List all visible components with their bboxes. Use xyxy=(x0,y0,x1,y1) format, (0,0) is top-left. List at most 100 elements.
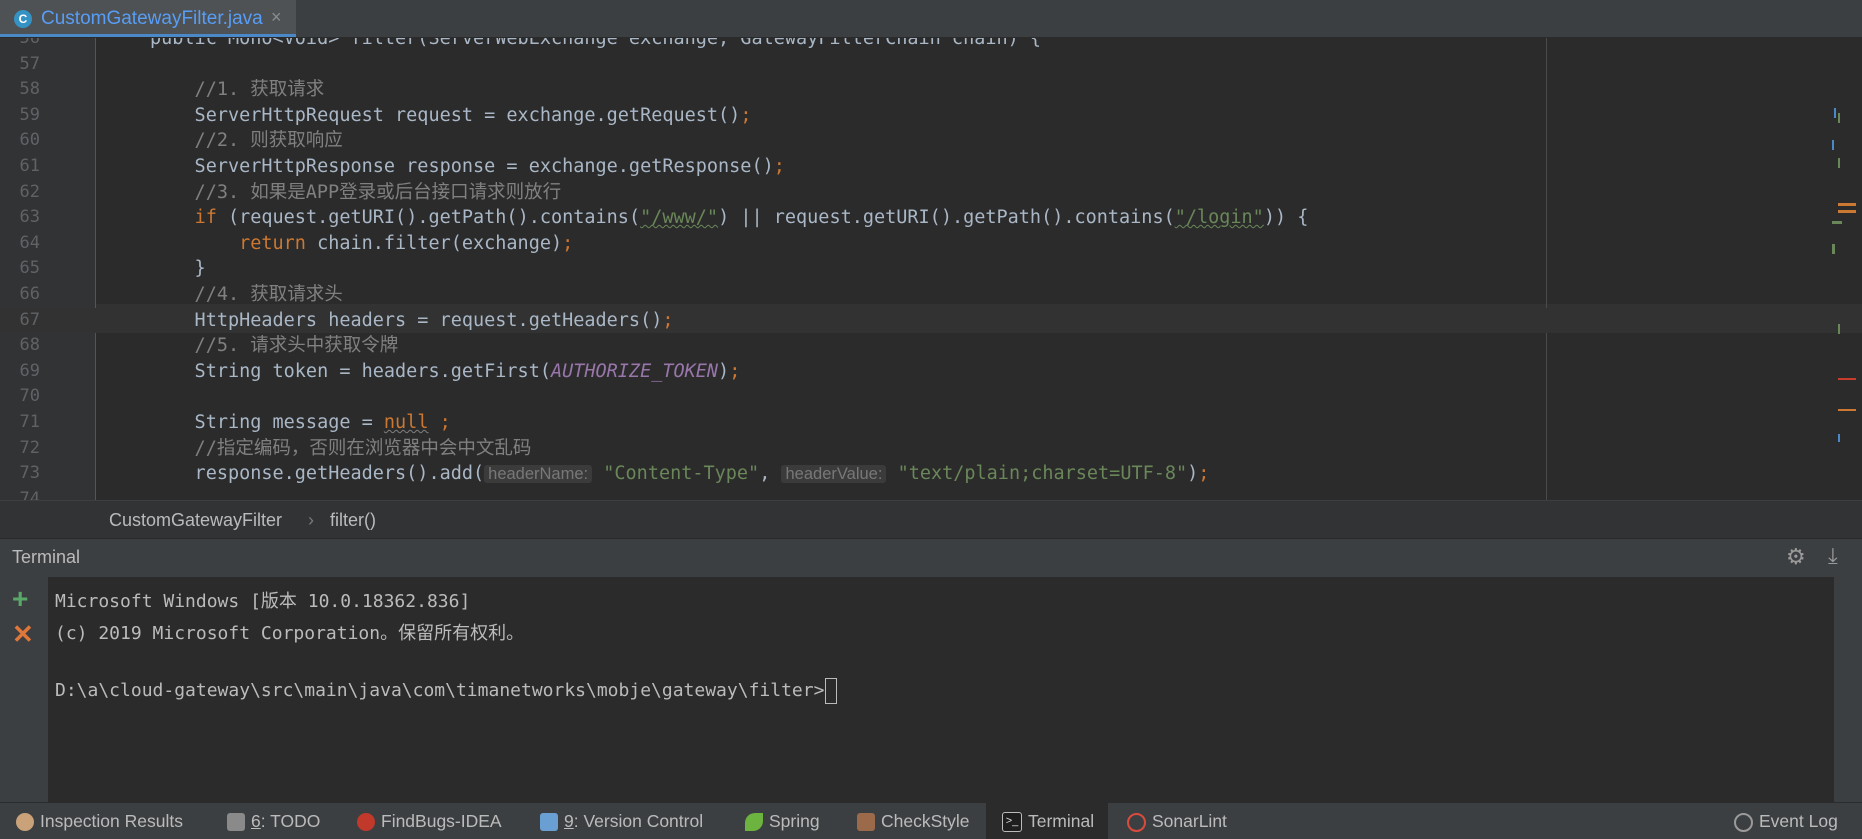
code-token: } xyxy=(150,258,206,280)
code-token: String message = xyxy=(150,411,384,433)
code-token: //1. 获取请求 xyxy=(150,79,325,101)
terminal-icon: >_ xyxy=(1002,812,1022,833)
terminal-cursor xyxy=(825,678,838,704)
stripe-mark[interactable] xyxy=(1832,244,1835,254)
code-line: 69 String token = headers.getFirst(AUTHO… xyxy=(0,359,1862,385)
code-text: ServerHttpResponse response = exchange.g… xyxy=(150,154,785,180)
hide-panel-icon[interactable]: ⤓ xyxy=(1828,543,1838,569)
code-text: String token = headers.getFirst(AUTHORIZ… xyxy=(150,359,741,385)
stripe-mark[interactable] xyxy=(1838,210,1856,213)
code-lines: 56 public Mono<Void> filter(ServerWebExch… xyxy=(0,38,1862,500)
code-token: (request.getURI().getPath().contains( xyxy=(216,207,641,229)
tool-sonarlint[interactable]: SonarLint xyxy=(1127,803,1227,839)
terminal-prompt: D:\a\cloud-gateway\src\main\java\com\tim… xyxy=(55,680,825,701)
line-number: 69 xyxy=(19,360,40,381)
code-token: ) || request.getURI().getPath().contains… xyxy=(718,207,1175,229)
branch-icon xyxy=(540,813,558,832)
tool-spring[interactable]: Spring xyxy=(745,803,820,839)
close-tab-icon[interactable]: × xyxy=(271,7,282,28)
stripe-mark[interactable] xyxy=(1838,409,1856,411)
stripe-mark[interactable] xyxy=(1838,113,1840,123)
code-text: public Mono<Void> filter(ServerWebExchan… xyxy=(150,38,1041,52)
code-text: //4. 获取请求头 xyxy=(150,282,343,308)
tool-inspection-results[interactable]: Inspection Results xyxy=(16,803,183,839)
code-token: ; xyxy=(773,155,785,177)
tool-event-log[interactable]: Event Log xyxy=(1734,803,1838,839)
tab-title: CustomGatewayFilter.java xyxy=(41,8,263,29)
line-number: 61 xyxy=(19,155,40,176)
terminal-output[interactable]: Microsoft Windows [版本 10.0.18362.836] (c… xyxy=(49,577,1834,802)
terminal-line: Microsoft Windows [版本 10.0.18362.836] xyxy=(55,591,471,612)
code-line: 67 HttpHeaders headers = request.getHead… xyxy=(0,307,1862,334)
code-token: "Content-Type" xyxy=(603,463,760,485)
code-line: 64 return chain.filter(exchange); xyxy=(0,231,1862,257)
error-stripe[interactable]: ! xyxy=(1820,38,1862,500)
close-session-icon[interactable]: ✕ xyxy=(12,619,34,650)
code-text: //2. 则获取响应 xyxy=(150,128,343,154)
line-number: 65 xyxy=(19,258,40,279)
code-text: //5. 请求头中获取令牌 xyxy=(150,333,399,359)
terminal-scrollbar[interactable] xyxy=(1834,577,1862,802)
line-number: 70 xyxy=(19,386,40,407)
code-text: HttpHeaders headers = request.getHeaders… xyxy=(150,308,674,334)
stripe-mark[interactable] xyxy=(1838,378,1856,380)
code-token: //2. 则获取响应 xyxy=(150,130,343,152)
code-text: ServerHttpRequest request = exchange.get… xyxy=(150,103,752,129)
code-token: //4. 获取请求头 xyxy=(150,283,343,305)
line-number: 67 xyxy=(19,309,40,330)
code-line: 74 xyxy=(0,487,1862,500)
code-token: chain.filter(exchange) xyxy=(305,232,563,254)
stripe-mark[interactable] xyxy=(1838,203,1856,206)
tool-checkstyle[interactable]: CheckStyle xyxy=(857,803,970,839)
breadcrumb-separator: › xyxy=(308,510,314,530)
code-line: 60 //2. 则获取响应 xyxy=(0,128,1862,154)
code-editor[interactable]: 56 public Mono<Void> filter(ServerWebExch… xyxy=(0,38,1862,500)
terminal-title: Terminal xyxy=(12,547,81,567)
gear-icon[interactable]: ⚙ xyxy=(1786,544,1806,570)
tool-terminal[interactable]: >_ Terminal xyxy=(986,803,1109,839)
stripe-mark[interactable] xyxy=(1832,140,1834,150)
line-number: 72 xyxy=(19,437,40,458)
line-number: 68 xyxy=(19,335,40,356)
code-token: )) { xyxy=(1263,207,1309,229)
code-token: //3. 如果是APP登录或后台接口请求则放行 xyxy=(150,181,562,203)
code-token: public Mono<Void> filter(ServerWebExchan… xyxy=(150,38,1042,49)
todo-icon xyxy=(227,813,245,832)
tool-window-bar: Inspection Results 6: TODO FindBugs-IDEA… xyxy=(0,802,1862,839)
code-token: ; xyxy=(729,360,741,382)
terminal-prompt-line[interactable]: D:\a\cloud-gateway\src\main\java\com\tim… xyxy=(55,678,838,704)
code-line: 65 } xyxy=(0,256,1862,282)
code-token: ; xyxy=(740,104,752,126)
stripe-mark[interactable] xyxy=(1838,434,1840,442)
stripe-mark[interactable] xyxy=(1832,221,1842,224)
code-token: //5. 请求头中获取令牌 xyxy=(150,335,399,357)
line-number: 57 xyxy=(19,53,40,74)
code-line: 62 //3. 如果是APP登录或后台接口请求则放行 xyxy=(0,180,1862,206)
sonarlint-icon xyxy=(1127,812,1146,832)
parameter-hint: headerName: xyxy=(484,465,593,484)
code-text: //3. 如果是APP登录或后台接口请求则放行 xyxy=(150,180,562,206)
line-number: 56 xyxy=(19,38,40,48)
stripe-mark[interactable] xyxy=(1834,108,1836,118)
new-session-icon[interactable]: + xyxy=(12,583,28,615)
code-token: ) xyxy=(718,360,730,382)
code-text: } xyxy=(150,256,206,282)
breadcrumb-class[interactable]: CustomGatewayFilter xyxy=(109,510,282,531)
stripe-mark[interactable] xyxy=(1838,324,1840,334)
code-line: 63 if (request.getURI().getPath().contai… xyxy=(0,205,1862,231)
parameter-hint: headerValue: xyxy=(781,465,887,484)
inspection-icon xyxy=(16,813,34,832)
tool-findbugs[interactable]: FindBugs-IDEA xyxy=(357,803,502,839)
breadcrumb-method[interactable]: filter() xyxy=(330,510,376,531)
code-token: HttpHeaders headers = request.getHeaders… xyxy=(150,309,663,331)
tool-todo[interactable]: 6: TODO xyxy=(227,803,320,839)
stripe-mark[interactable] xyxy=(1838,158,1840,168)
code-line: 68 //5. 请求头中获取令牌 xyxy=(0,333,1862,359)
breadcrumb: CustomGatewayFilter › filter() xyxy=(0,500,1862,539)
line-number: 73 xyxy=(19,463,40,484)
tool-version-control[interactable]: 9: Version Control xyxy=(540,803,703,839)
tab-customgatewayfilter[interactable]: C CustomGatewayFilter.java × xyxy=(0,0,296,37)
